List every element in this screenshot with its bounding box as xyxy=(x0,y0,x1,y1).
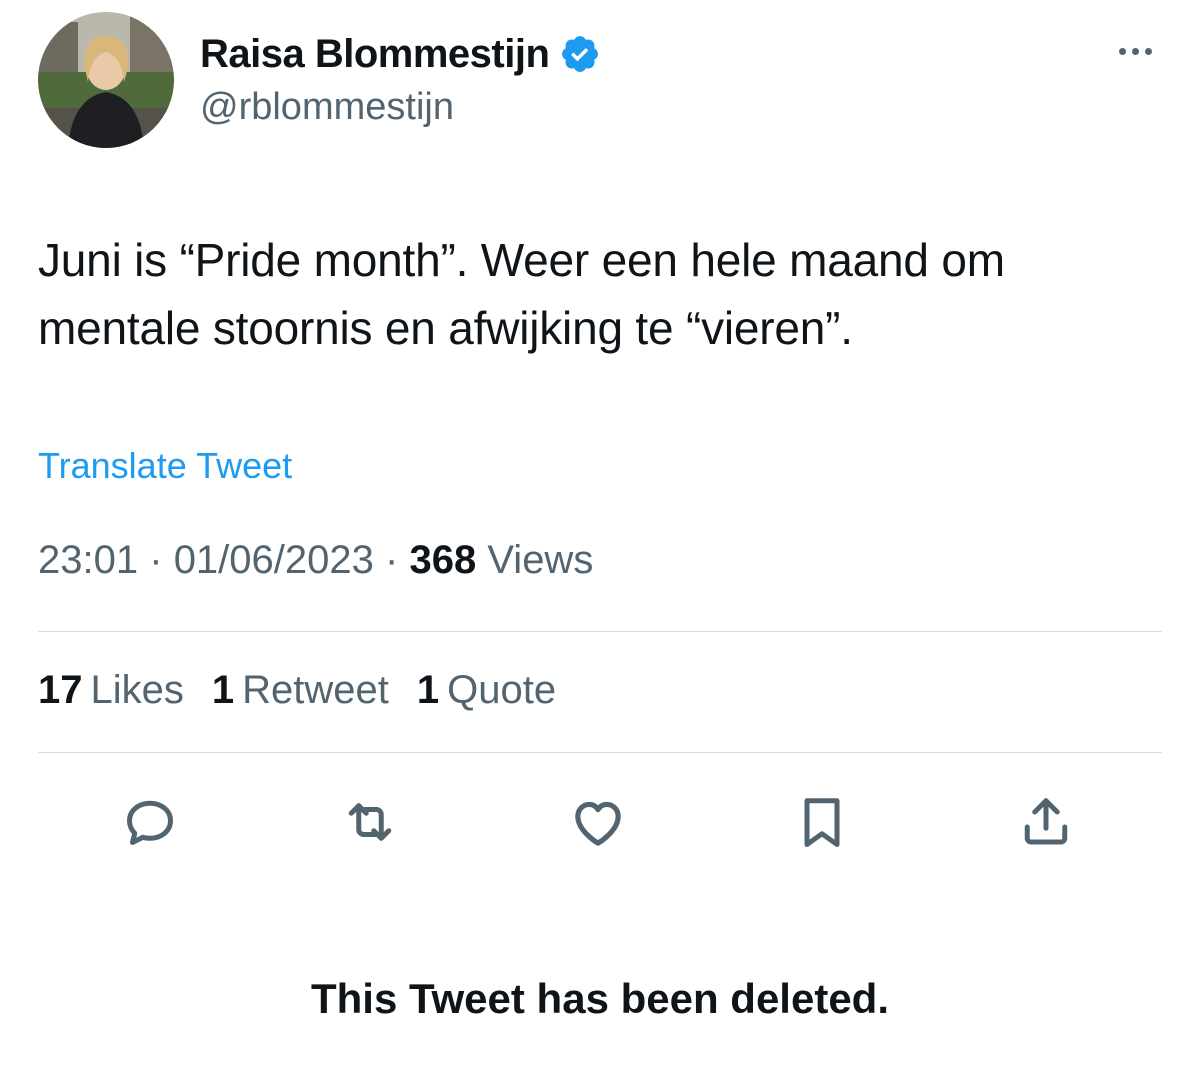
retweets-label: Retweet xyxy=(242,668,389,712)
action-bar xyxy=(0,790,1200,854)
retweet-icon xyxy=(348,803,392,841)
tweet-date[interactable]: 01/06/2023 xyxy=(174,538,374,582)
reply-button[interactable] xyxy=(118,790,182,854)
retweet-button[interactable] xyxy=(338,790,402,854)
meta-separator: · xyxy=(385,538,399,582)
divider xyxy=(38,631,1162,632)
quotes-stat[interactable]: 1 Quote xyxy=(417,668,556,713)
translate-tweet-link[interactable]: Translate Tweet xyxy=(38,445,292,487)
display-name[interactable]: Raisa Blommestijn xyxy=(200,26,601,82)
avatar[interactable] xyxy=(38,12,174,148)
divider xyxy=(38,752,1162,753)
more-dot-icon xyxy=(1131,47,1139,55)
likes-stat[interactable]: 17 Likes xyxy=(38,668,184,713)
likes-count: 17 xyxy=(38,668,83,712)
tweet-time[interactable]: 23:01 xyxy=(38,538,138,582)
share-button[interactable] xyxy=(1014,790,1078,854)
retweets-count: 1 xyxy=(211,668,235,712)
tweet-text: Juni is “Pride month”. Weer een hele maa… xyxy=(38,234,1005,354)
reply-icon xyxy=(127,800,173,845)
more-dot-icon xyxy=(1144,47,1152,55)
retweets-stat[interactable]: 1 Retweet xyxy=(212,668,389,713)
display-name-text[interactable]: Raisa Blommestijn xyxy=(200,32,550,77)
verified-badge-icon xyxy=(559,33,601,75)
like-button[interactable] xyxy=(566,790,630,854)
quotes-label: Quote xyxy=(447,668,557,712)
meta-separator: · xyxy=(149,538,163,582)
user-handle[interactable]: @rblommestijn xyxy=(200,86,454,129)
views-count: 368 xyxy=(409,538,477,582)
deleted-notice: This Tweet has been deleted. xyxy=(310,975,890,1022)
bookmark-icon xyxy=(804,798,840,847)
likes-label: Likes xyxy=(90,668,184,712)
like-icon xyxy=(575,801,621,846)
more-options-button[interactable] xyxy=(1110,36,1160,66)
views-label: Views xyxy=(487,538,594,582)
engagement-stats: 17 Likes 1 Retweet 1 Quote xyxy=(38,668,556,713)
more-dot-icon xyxy=(1118,47,1126,55)
share-icon xyxy=(1024,798,1068,845)
tweet-meta: 23:01 · 01/06/2023 · 368 Views xyxy=(38,538,593,583)
bookmark-button[interactable] xyxy=(790,790,854,854)
quotes-count: 1 xyxy=(416,668,440,712)
